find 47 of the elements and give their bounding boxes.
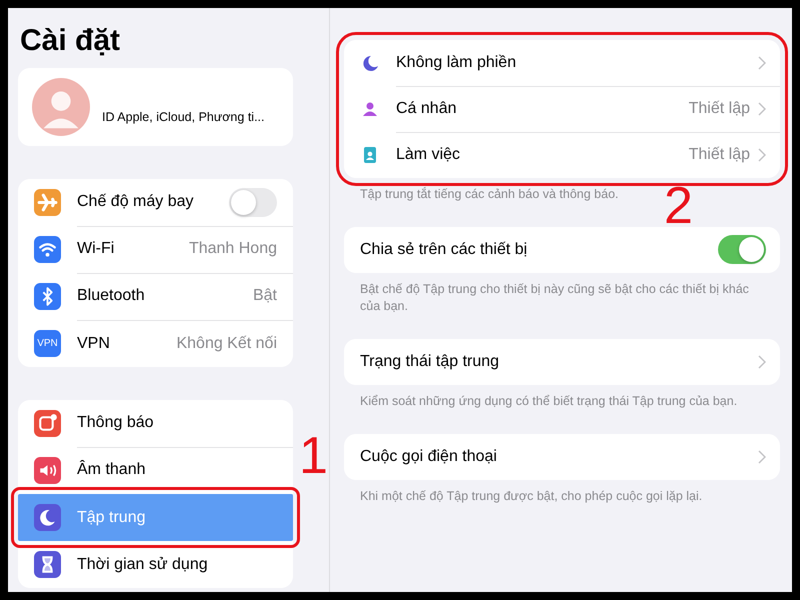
settings-item[interactable]: Bluetooth Bật bbox=[18, 273, 293, 320]
item-label: Tập trung bbox=[77, 508, 146, 526]
section-footer: Bật chế độ Tập trung cho thiết bị này cũng sẽ bật cho các thiết bị khác của bạn. bbox=[344, 272, 780, 315]
profile-card[interactable]: ID Apple, iCloud, Phương ti... bbox=[18, 68, 293, 146]
row-label: Trạng thái tập trung bbox=[360, 352, 500, 371]
settings-item[interactable]: Thời gian sử dụng bbox=[18, 541, 293, 588]
row-label: Làm việc bbox=[396, 146, 462, 164]
toggle-switch[interactable] bbox=[229, 188, 277, 216]
item-label: Âm thanh bbox=[77, 461, 146, 479]
item-value: Thanh Hong bbox=[188, 240, 277, 258]
settings-item[interactable]: Chế độ máy bay bbox=[18, 179, 293, 226]
row-label: Cuộc gọi điện thoại bbox=[360, 448, 498, 466]
row-value: Thiết lập bbox=[688, 100, 750, 118]
settings-row[interactable]: Chia sẻ trên các thiết bị bbox=[344, 226, 780, 273]
settings-row[interactable]: Trạng thái tập trung bbox=[344, 338, 780, 385]
item-label: Thông báo bbox=[77, 414, 155, 432]
section-footer: Khi một chế độ Tập trung được bật, cho phép cuộc gọi lặp lại. bbox=[344, 480, 780, 504]
settings-row[interactable]: Làm việc Thiết lập bbox=[344, 132, 780, 178]
chevron-icon bbox=[758, 148, 766, 162]
item-label: Bluetooth bbox=[77, 287, 146, 305]
vpn-label: VPN bbox=[36, 338, 59, 349]
chevron-icon bbox=[758, 56, 766, 70]
toggle-switch[interactable] bbox=[718, 235, 766, 264]
row-label: Chia sẻ trên các thiết bị bbox=[360, 240, 528, 259]
item-label: Wi-Fi bbox=[77, 240, 116, 258]
page-title: Cài đặt bbox=[20, 24, 122, 58]
chevron-icon bbox=[758, 354, 766, 369]
step-number: 1 bbox=[299, 430, 328, 482]
row-value: Thiết lập bbox=[688, 146, 750, 164]
item-label: Chế độ máy bay bbox=[77, 193, 195, 211]
item-value: Không Kết nối bbox=[176, 334, 277, 352]
row-label: Cá nhân bbox=[396, 100, 458, 118]
settings-item[interactable]: VPN VPN Không Kết nối bbox=[18, 320, 293, 367]
settings-row[interactable]: Cá nhân Thiết lập bbox=[344, 86, 780, 132]
section-footer: Kiểm soát những ứng dụng có thể biết trạng thái Tập trung của bạn. bbox=[344, 384, 780, 410]
row-label: Không làm phiền bbox=[396, 54, 518, 72]
item-value: Bật bbox=[252, 287, 277, 305]
chevron-icon bbox=[758, 102, 766, 116]
item-label: Thời gian sử dụng bbox=[77, 556, 209, 574]
settings-item[interactable]: Wi-Fi Thanh Hong bbox=[18, 226, 293, 273]
settings-row[interactable]: Không làm phiền bbox=[344, 40, 780, 86]
item-label: VPN bbox=[77, 334, 111, 352]
settings-item[interactable]: Thông báo bbox=[18, 400, 293, 447]
chevron-icon bbox=[758, 450, 766, 464]
profile-subtitle: ID Apple, iCloud, Phương ti... bbox=[102, 110, 264, 124]
avatar-icon bbox=[32, 78, 90, 136]
settings-row[interactable]: Cuộc gọi điện thoại bbox=[344, 434, 780, 480]
